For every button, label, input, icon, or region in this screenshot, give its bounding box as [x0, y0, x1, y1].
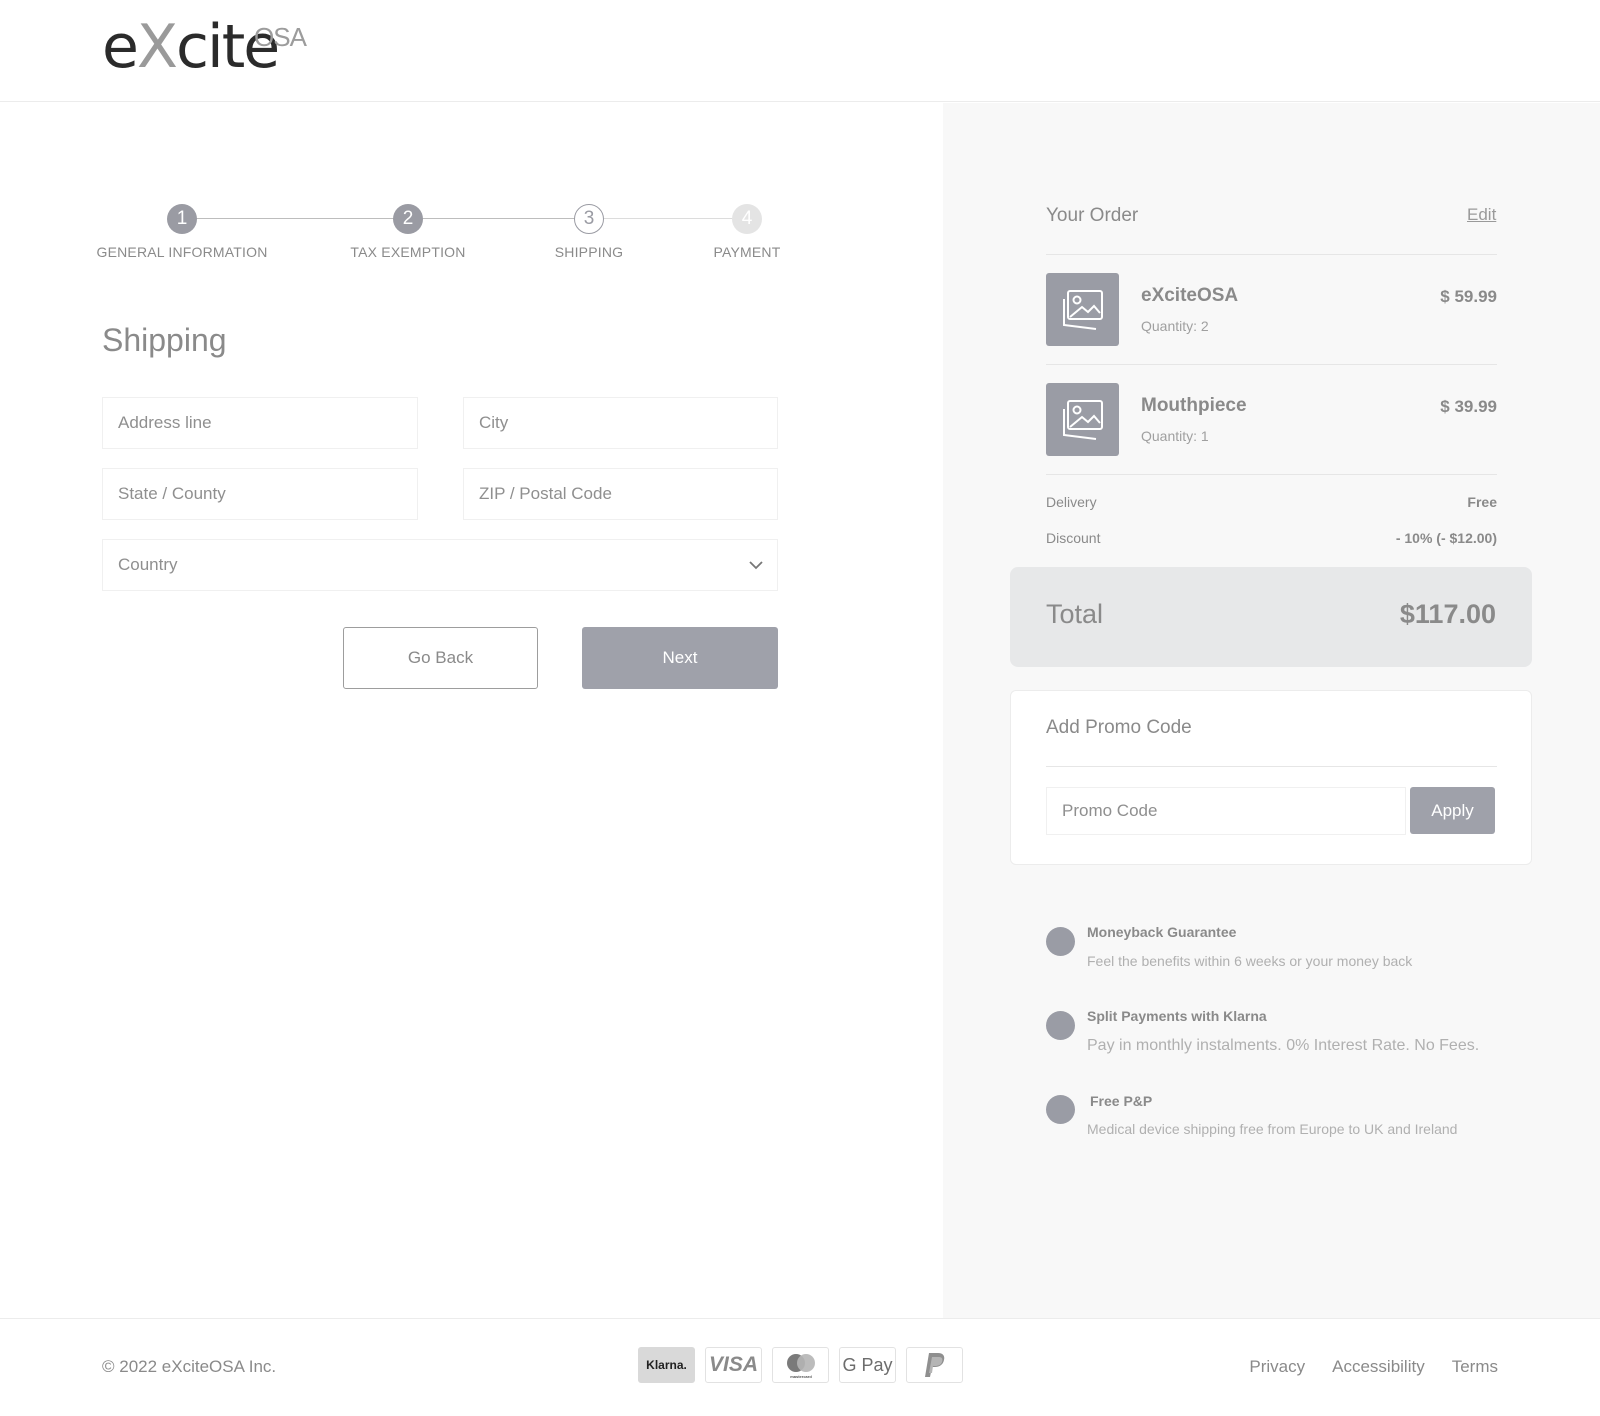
- step-3-indicator: 3: [574, 204, 604, 234]
- step-2-label: TAX EXEMPTION: [350, 244, 466, 260]
- chevron-down-icon: [749, 561, 763, 570]
- go-back-button[interactable]: Go Back: [343, 627, 538, 689]
- total-value: $117.00: [1399, 599, 1496, 629]
- google-pay-icon: G Pay: [839, 1347, 896, 1383]
- klarna-icon: Klarna.: [638, 1347, 695, 1383]
- brand-logo[interactable]: eXcite OSA: [102, 16, 307, 78]
- discount-value: - 10% (- $12.00): [1395, 530, 1497, 546]
- zip-input[interactable]: [479, 469, 777, 519]
- visa-icon: VISA: [705, 1347, 762, 1383]
- divider: [1046, 364, 1497, 365]
- item-name: Mouthpiece: [1141, 395, 1247, 416]
- benefit-text: Pay in monthly instalments. 0% Interest …: [1087, 1037, 1480, 1054]
- apply-promo-button[interactable]: Apply: [1410, 787, 1495, 834]
- step-4-label: PAYMENT: [713, 244, 781, 260]
- item-price: $ 59.99: [1440, 287, 1497, 306]
- country-select-value: Country: [118, 555, 178, 574]
- privacy-link[interactable]: Privacy: [1249, 1357, 1305, 1377]
- step-1-label: GENERAL INFORMATION: [96, 244, 268, 260]
- item-quantity: Quantity: 1: [1141, 428, 1209, 444]
- benefit-text: Feel the benefits within 6 weeks or your…: [1087, 953, 1413, 969]
- delivery-label: Delivery: [1046, 494, 1097, 510]
- paypal-icon: [906, 1347, 963, 1383]
- promo-title: Add Promo Code: [1046, 717, 1192, 738]
- item-name: eXciteOSA: [1141, 285, 1239, 306]
- step-connector: [193, 218, 401, 219]
- step-3-label: SHIPPING: [554, 244, 624, 260]
- checkout-stepper: 1 2 3 4 GENERAL INFORMATION TAX EXEMPTIO…: [96, 202, 781, 262]
- payment-methods: Klarna. VISA mastercard G Pay: [638, 1347, 963, 1383]
- order-title: Your Order: [1046, 205, 1139, 226]
- benefit-title: Split Payments with Klarna: [1087, 1008, 1267, 1024]
- step-4-indicator: 4: [732, 204, 762, 234]
- step-connector: [592, 218, 737, 219]
- accessibility-link[interactable]: Accessibility: [1332, 1357, 1425, 1377]
- city-field[interactable]: [463, 397, 778, 449]
- total-box: Total $117.00: [1010, 567, 1532, 667]
- step-connector: [415, 218, 578, 219]
- footer-links: Privacy Accessibility Terms: [1249, 1357, 1498, 1377]
- step-2-indicator[interactable]: 2: [393, 204, 423, 234]
- benefit-icon: [1046, 927, 1075, 956]
- divider: [1046, 474, 1497, 475]
- benefit-icon: [1046, 1095, 1075, 1124]
- promo-code-box: Add Promo Code Apply: [1010, 690, 1532, 865]
- footer: © 2022 eXciteOSA Inc. Klarna. VISA maste…: [0, 1318, 1600, 1416]
- edit-order-link[interactable]: Edit: [1467, 205, 1496, 225]
- zip-field[interactable]: [463, 468, 778, 520]
- benefit-text: Medical device shipping free from Europe…: [1087, 1121, 1458, 1137]
- benefit-icon: [1046, 1011, 1075, 1040]
- item-price: $ 39.99: [1440, 397, 1497, 416]
- header: eXcite OSA: [0, 0, 1600, 102]
- state-input[interactable]: [118, 469, 417, 519]
- svg-text:mastercard: mastercard: [790, 1374, 812, 1379]
- discount-label: Discount: [1046, 530, 1101, 546]
- item-quantity: Quantity: 2: [1141, 318, 1209, 334]
- image-placeholder-icon: [1063, 400, 1103, 440]
- step-1-indicator[interactable]: 1: [167, 204, 197, 234]
- city-input[interactable]: [479, 398, 777, 448]
- delivery-value: Free: [1467, 494, 1497, 510]
- next-button[interactable]: Next: [582, 627, 778, 689]
- page-title: Shipping: [102, 322, 227, 358]
- copyright: © 2022 eXciteOSA Inc.: [102, 1357, 277, 1376]
- terms-link[interactable]: Terms: [1452, 1357, 1498, 1377]
- benefit-title: Moneyback Guarantee: [1087, 924, 1237, 940]
- item-thumbnail: [1046, 383, 1119, 456]
- image-placeholder-icon: [1063, 290, 1103, 330]
- item-thumbnail: [1046, 273, 1119, 346]
- logo-superscript: OSA: [254, 22, 307, 52]
- address-field[interactable]: [102, 397, 418, 449]
- divider: [1046, 766, 1497, 767]
- divider: [1046, 254, 1497, 255]
- address-input[interactable]: [118, 398, 417, 448]
- benefit-title: Free P&P: [1090, 1093, 1153, 1109]
- promo-code-input[interactable]: [1062, 788, 1405, 834]
- promo-code-field[interactable]: [1046, 787, 1406, 835]
- mastercard-icon: mastercard: [772, 1347, 829, 1383]
- country-select[interactable]: Country: [102, 539, 778, 591]
- total-label: Total: [1046, 599, 1104, 629]
- state-field[interactable]: [102, 468, 418, 520]
